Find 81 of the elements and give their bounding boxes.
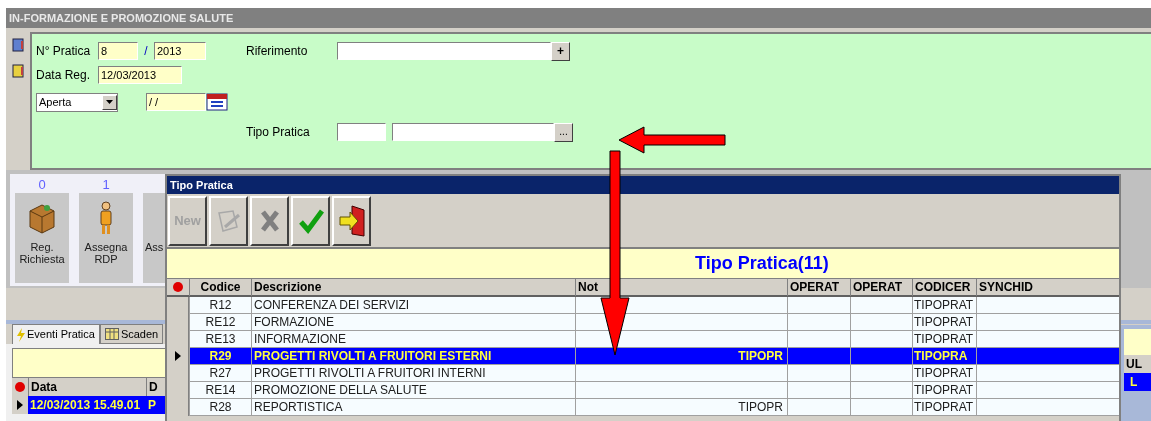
table-cell: FORMAZIONE [251,313,575,331]
table-cell-text: P [147,397,157,414]
browse-button[interactable]: ... [554,122,573,142]
column-header: Descrizione [251,278,575,296]
table-row[interactable]: R28 REPORTISTICA TIPOPR TIPOPRAT [167,399,1119,416]
dialog-title: Tipo Pratica [167,176,1119,194]
year-field[interactable]: 2013 [154,42,206,60]
field-label: N° Pratica [36,43,92,60]
table-cell: TIPOPRA [912,347,976,365]
table-cell: TIPOPR [575,398,787,416]
table-row[interactable]: R27 PROGETTI RIVOLTI A FRUITORI INTERNI TIPOPRAT [167,365,1119,382]
confirm-button[interactable] [291,196,330,246]
column-header: Codice [189,278,251,296]
reference-field[interactable] [337,42,551,60]
column-header: CODICER [912,278,976,296]
table-row[interactable]: RE13 INFORMAZIONE TIPOPRAT [167,331,1119,348]
table-row[interactable]: R12 CONFERENZA DEI SERVIZI TIPOPRAT [167,297,1119,314]
code-field[interactable] [337,123,386,141]
add-button[interactable]: + [551,41,570,61]
exit-door-icon [337,204,366,238]
table-cell: R12 [189,296,251,314]
record-dot-icon [173,282,183,292]
window-title: IN-FORMAZIONE E PROMOZIONE SALUTE [6,8,1151,28]
table-cell: L [1124,373,1151,391]
status-dropdown[interactable]: Aperta [36,92,118,112]
exit-button[interactable] [332,196,371,246]
grid-caption-bar [1124,329,1151,355]
column-header: SYNCHID [976,278,1117,296]
number-field[interactable]: 8 [98,42,138,60]
counter: 0 [38,176,46,193]
table-cell: TIPOPRAT [912,381,976,399]
table-cell: TIPOPRAT [912,364,976,382]
table-cell: R29 [189,347,251,365]
notebook-icon [12,64,24,78]
table-cell: R27 [189,364,251,382]
table-cell: RE14 [189,381,251,399]
table-cell-text: 12/03/2013 15.49.01 [29,397,142,414]
lightning-icon [17,327,25,342]
field-label: Tipo Pratica [246,124,311,141]
record-dot-icon [15,382,25,392]
tab[interactable]: Eventi Pratica [12,324,100,344]
check-icon [297,208,324,234]
table-cell: TIPOPRAT [912,330,976,348]
field-label: Riferimento [246,43,309,60]
table-cell: TIPOPRAT [912,313,976,331]
tab[interactable]: Scaden [99,324,164,344]
table-cell: PROGETTI RIVOLTI A FRUITORI ESTERNI [251,347,575,365]
x-icon [258,209,281,233]
notebook-icon [12,38,24,52]
counter: 1 [102,176,110,193]
table-cell: INFORMAZIONE [251,330,575,348]
person-icon [99,201,113,235]
table-cell: PROMOZIONE DELLA SALUTE [251,381,575,399]
action-button[interactable]: Assegna RDP [79,193,133,283]
table-cell: CONFERENZA DEI SERVIZI [251,296,575,314]
table-cell: REPORTISTICA [251,398,575,416]
calendar-grid-icon [104,328,119,340]
row-selector[interactable] [12,396,28,414]
column-header: OPERAT [850,278,912,296]
table-row[interactable]: R29 PROGETTI RIVOLTI A FRUITORI ESTERNI TIPOPR TIPOPRA [167,348,1119,365]
table-row[interactable]: RE14 PROMOZIONE DELLA SALUTE TIPOPRAT [167,382,1119,399]
table-cell: RE13 [189,330,251,348]
table-row[interactable]: RE12 FORMAZIONE TIPOPRAT [167,314,1119,331]
date-field[interactable]: 12/03/2013 [98,66,182,84]
table-cell: R28 [189,398,251,416]
table-cell: PROGETTI RIVOLTI A FRUITORI INTERNI [251,364,575,382]
calendar-icon[interactable] [206,92,228,112]
table-cell: RE12 [189,313,251,331]
row-pointer-icon [17,400,23,410]
field-label: Data Reg. [36,67,92,84]
column-header: OPERAT [787,278,850,296]
column-header: UL [1124,355,1151,373]
type-field[interactable] [392,123,554,141]
table-cell: TIPOPRAT [912,398,976,416]
row-pointer-icon [174,351,181,361]
date-field[interactable]: / / [146,93,206,111]
table-cell: TIPOPRAT [912,296,976,314]
grid-caption: Tipo Pratica(11) [695,252,829,275]
separator: / [143,43,149,60]
dropdown-caret-icon [102,94,117,110]
action-button[interactable]: Reg. Richiesta [15,193,69,283]
